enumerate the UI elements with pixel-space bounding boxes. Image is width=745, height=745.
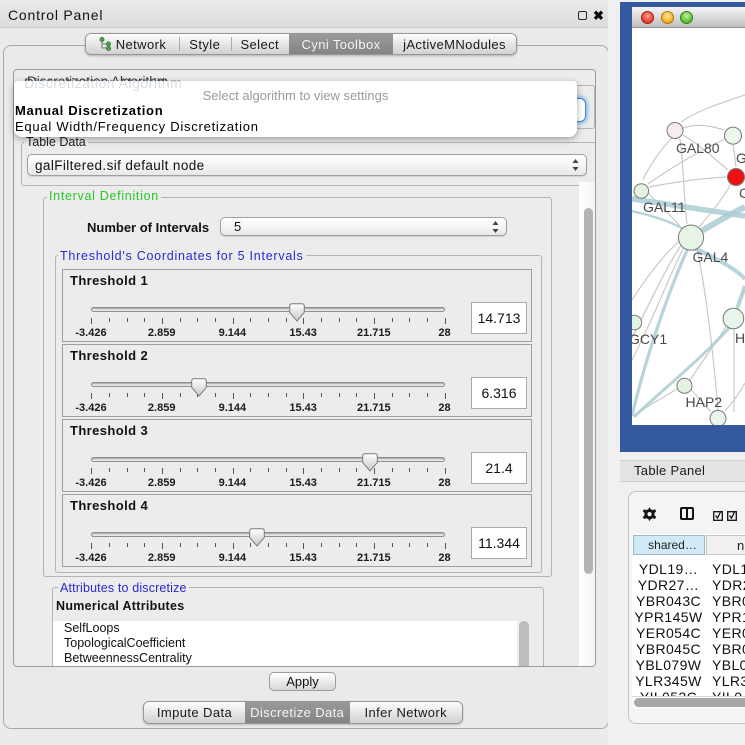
svg-text:G: G: [736, 150, 745, 166]
svg-text:GAL80: GAL80: [676, 140, 720, 156]
svg-text:GAL11: GAL11: [643, 199, 686, 215]
svg-text:C: C: [739, 185, 745, 201]
svg-text:HAP2: HAP2: [686, 394, 723, 410]
svg-text:GAL4: GAL4: [693, 249, 729, 265]
svg-text:GCY1: GCY1: [632, 331, 667, 347]
svg-text:H: H: [735, 330, 745, 346]
